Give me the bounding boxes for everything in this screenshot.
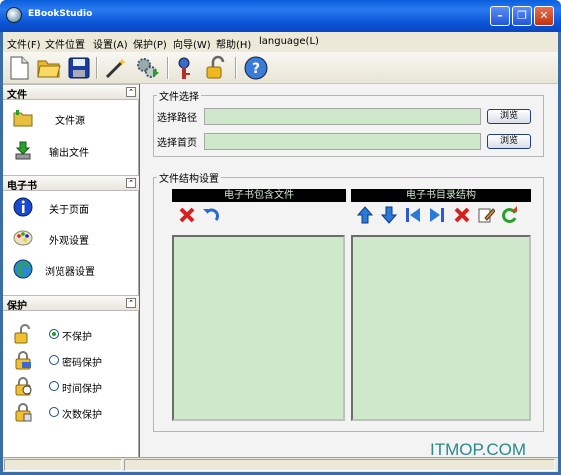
sidebar-item-label: 输出文件 [49, 148, 89, 159]
menu-language[interactable]: language(L) [259, 36, 319, 47]
palette-icon [13, 230, 33, 246]
ebook-files-header: 电子书包含文件 [172, 189, 346, 202]
move-first-icon[interactable] [404, 206, 422, 224]
sidebar-item-label: 浏览器设置 [45, 267, 95, 278]
browse-home-button[interactable]: 浏览 [487, 134, 531, 149]
help-icon[interactable]: ? [243, 55, 269, 81]
sidebar-item-label: 不保护 [62, 332, 92, 343]
menu-protect[interactable]: 保护(P) [133, 36, 167, 51]
sidebar-item-label: 外观设置 [49, 236, 89, 247]
app-window: EBookStudio – ❐ ✕ 文件(F) 文件位置 设置(A) 保护(P)… [0, 0, 561, 475]
radio-time-protect[interactable] [49, 381, 59, 391]
path-field[interactable] [204, 108, 481, 125]
sidebar-item-about-page[interactable]: 关于页面 [3, 195, 139, 219]
menu-help[interactable]: 帮助(H) [216, 36, 251, 51]
sidebar-item-label: 密码保护 [62, 358, 102, 369]
save-icon[interactable] [66, 55, 92, 81]
move-down-icon[interactable] [380, 206, 398, 224]
section-title: 文件 [7, 90, 27, 101]
menu-settings[interactable]: 设置(A) [93, 36, 128, 51]
sidebar-item-no-protect[interactable]: 不保护 [3, 322, 139, 346]
sidebar-item-time-protect[interactable]: 时间保护 [3, 374, 139, 398]
delete-icon[interactable] [453, 206, 471, 224]
main-panel: 文件选择 选择路径 浏览 选择首页 浏览 文件结构设置 电子书包含文件 电子书目… [140, 84, 558, 457]
maximize-button[interactable]: ❐ [512, 6, 532, 26]
ebook-toc-list[interactable] [351, 235, 531, 421]
lock-count-icon [15, 403, 32, 422]
collapse-icon[interactable]: ⌃ [126, 298, 136, 308]
sidebar-item-password-protect[interactable]: 密码保护 [3, 348, 139, 372]
toolbar: ? [3, 52, 558, 84]
radio-password-protect[interactable] [49, 355, 59, 365]
sidebar-item-label: 文件源 [55, 116, 85, 127]
padlock-icon[interactable] [203, 55, 229, 81]
radio-no-protect[interactable] [49, 329, 59, 339]
section-title: 电子书 [7, 181, 37, 192]
undo-icon[interactable] [202, 206, 220, 224]
toolbar-separator [167, 57, 169, 79]
lock-clock-icon [15, 377, 32, 396]
download-icon [15, 141, 31, 160]
collapse-icon[interactable]: ⌃ [126, 178, 136, 188]
key-icon[interactable] [174, 55, 200, 81]
app-icon[interactable] [6, 7, 22, 23]
edit-icon[interactable] [477, 206, 495, 224]
sidebar-item-label: 时间保护 [62, 384, 102, 395]
magic-wand-icon[interactable] [103, 55, 129, 81]
menu-file[interactable]: 文件(F) [7, 36, 41, 51]
sidebar-item-file-source[interactable]: 文件源 [3, 106, 139, 130]
sidebar-item-count-protect[interactable]: 次数保护 [3, 400, 139, 424]
status-cell [124, 459, 555, 471]
info-icon [13, 197, 33, 217]
menu-wizard[interactable]: 向导(W) [173, 36, 211, 51]
sidebar-item-appearance[interactable]: 外观设置 [3, 226, 139, 250]
toolbar-separator [96, 57, 98, 79]
sidebar-item-output-file[interactable]: 输出文件 [3, 138, 139, 162]
gears-play-icon[interactable] [135, 55, 161, 81]
folder-plus-icon [13, 110, 33, 127]
unlocked-icon [14, 324, 30, 344]
delete-icon[interactable] [178, 206, 196, 224]
sidebar-section-file[interactable]: 文件 ⌃ [3, 84, 139, 101]
globe-icon [13, 259, 33, 279]
move-up-icon[interactable] [356, 206, 374, 224]
sidebar-section-ebook[interactable]: 电子书 ⌃ [3, 175, 139, 192]
svg-text:?: ? [252, 61, 260, 77]
path-label: 选择路径 [157, 113, 197, 124]
file-select-legend: 文件选择 [157, 88, 201, 103]
status-cell [4, 459, 122, 471]
title-bar[interactable]: EBookStudio – ❐ ✕ [0, 0, 561, 32]
section-title: 保护 [7, 301, 27, 312]
structure-legend: 文件结构设置 [157, 170, 221, 185]
radio-count-protect[interactable] [49, 407, 59, 417]
sidebar: 文件 ⌃ 文件源 输出文件 电子书 ⌃ 关于页面 外观设置 浏览器设置 保护 ⌃ 不保… [3, 84, 139, 457]
sidebar-section-protect[interactable]: 保护 ⌃ [3, 295, 139, 312]
move-last-icon[interactable] [428, 206, 446, 224]
minimize-button[interactable]: – [490, 6, 510, 26]
new-document-icon[interactable] [6, 55, 32, 81]
watermark: ITMOP.COM [430, 440, 527, 459]
ebook-files-list[interactable] [172, 235, 345, 421]
window-title: EBookStudio [28, 9, 93, 19]
sidebar-item-browser-settings[interactable]: 浏览器设置 [3, 257, 139, 281]
lock-password-icon [15, 351, 31, 370]
ebook-toc-header: 电子书目录结构 [351, 189, 531, 202]
menu-bar: 文件(F) 文件位置 设置(A) 保护(P) 向导(W) 帮助(H) langu… [3, 32, 558, 52]
home-field[interactable] [204, 133, 481, 150]
close-button[interactable]: ✕ [534, 6, 554, 26]
sidebar-item-label: 关于页面 [49, 205, 89, 216]
refresh-icon[interactable] [501, 206, 519, 224]
sidebar-item-label: 次数保护 [62, 410, 102, 421]
collapse-icon[interactable]: ⌃ [126, 87, 136, 97]
home-label: 选择首页 [157, 138, 197, 149]
menu-file-location[interactable]: 文件位置 [45, 36, 85, 51]
toolbar-separator [235, 57, 237, 79]
browse-path-button[interactable]: 浏览 [487, 109, 531, 124]
open-folder-icon[interactable] [36, 55, 62, 81]
